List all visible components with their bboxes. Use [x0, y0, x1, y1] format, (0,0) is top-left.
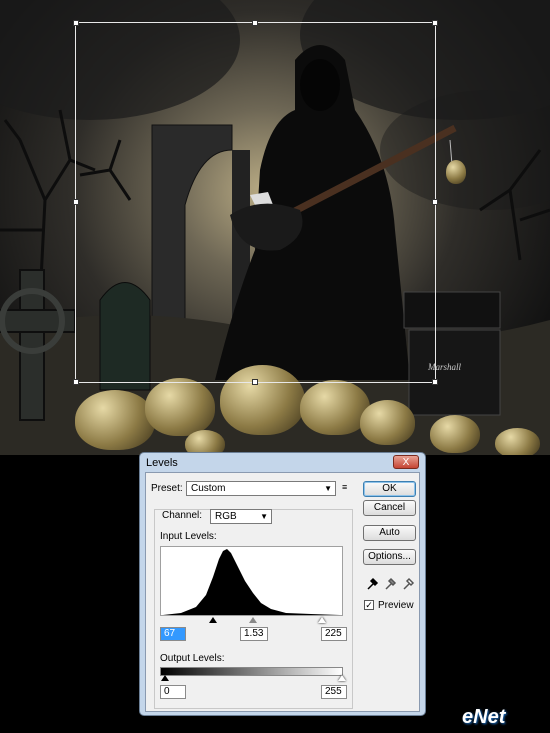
transform-handle-top-left[interactable] — [73, 20, 79, 26]
preset-select[interactable]: Custom ▼ — [186, 481, 336, 496]
transform-handle-bottom[interactable] — [252, 379, 258, 385]
output-gradient-bar — [160, 667, 343, 676]
output-black-field[interactable]: 0 — [160, 685, 186, 699]
auto-button[interactable]: Auto — [363, 525, 416, 541]
input-gamma-slider[interactable] — [249, 617, 257, 623]
black-point-eyedropper-icon — [367, 577, 379, 590]
skull-pile — [75, 390, 155, 450]
input-levels-label: Input Levels: — [160, 531, 217, 542]
gray-point-eyedropper-icon — [385, 577, 397, 590]
levels-dialog: Levels X Preset: Custom ▼ ≡ Channel: RGB… — [139, 452, 426, 716]
transform-handle-top-right[interactable] — [432, 20, 438, 26]
preview-checkbox[interactable]: ✓ — [364, 600, 374, 610]
transform-handle-bottom-right[interactable] — [432, 379, 438, 385]
skull-pile — [430, 415, 480, 453]
output-black-slider[interactable] — [161, 675, 169, 681]
transform-bounding-box[interactable] — [73, 20, 438, 385]
input-white-slider[interactable] — [318, 617, 326, 623]
input-black-field[interactable]: 67 — [160, 627, 186, 641]
channel-label: Channel: — [160, 510, 205, 521]
skull-pile — [495, 428, 540, 455]
dialog-title: Levels — [146, 457, 178, 469]
artwork-canvas: Marshall — [0, 0, 550, 455]
cancel-button[interactable]: Cancel — [363, 500, 416, 516]
input-gamma-field[interactable]: 1.53 — [240, 627, 268, 641]
chevron-down-icon: ▼ — [324, 484, 332, 493]
input-white-field[interactable]: 225 — [321, 627, 347, 641]
input-black-slider[interactable] — [209, 617, 217, 623]
preset-label: Preset: — [151, 483, 183, 494]
preview-label: Preview — [378, 600, 414, 611]
histogram — [160, 546, 343, 616]
skull-pile — [360, 400, 415, 445]
preset-options-icon[interactable]: ≡ — [342, 482, 347, 492]
output-white-field[interactable]: 255 — [321, 685, 347, 699]
output-levels-label: Output Levels: — [160, 653, 225, 664]
white-point-eyedropper-icon — [403, 577, 415, 590]
eyedropper-group — [367, 577, 415, 590]
transform-handle-bottom-left[interactable] — [73, 379, 79, 385]
histogram-graph — [163, 549, 340, 615]
transform-handle-top[interactable] — [252, 20, 258, 26]
chevron-down-icon: ▼ — [260, 512, 268, 521]
preset-value: Custom — [191, 483, 226, 494]
watermark-logo: eNet — [462, 706, 506, 728]
skull-pile — [145, 378, 215, 436]
transform-handle-left[interactable] — [73, 199, 79, 205]
dialog-body: Preset: Custom ▼ ≡ Channel: RGB ▼ Input … — [145, 472, 420, 712]
output-white-slider[interactable] — [338, 675, 346, 681]
ok-button[interactable]: OK — [363, 481, 416, 497]
transform-handle-right[interactable] — [432, 199, 438, 205]
hanging-skull — [446, 160, 466, 184]
close-button[interactable]: X — [393, 455, 419, 469]
channel-select[interactable]: RGB ▼ — [210, 509, 272, 524]
close-icon: X — [402, 457, 410, 468]
options-button[interactable]: Options... — [363, 549, 416, 565]
channel-value: RGB — [215, 511, 237, 522]
